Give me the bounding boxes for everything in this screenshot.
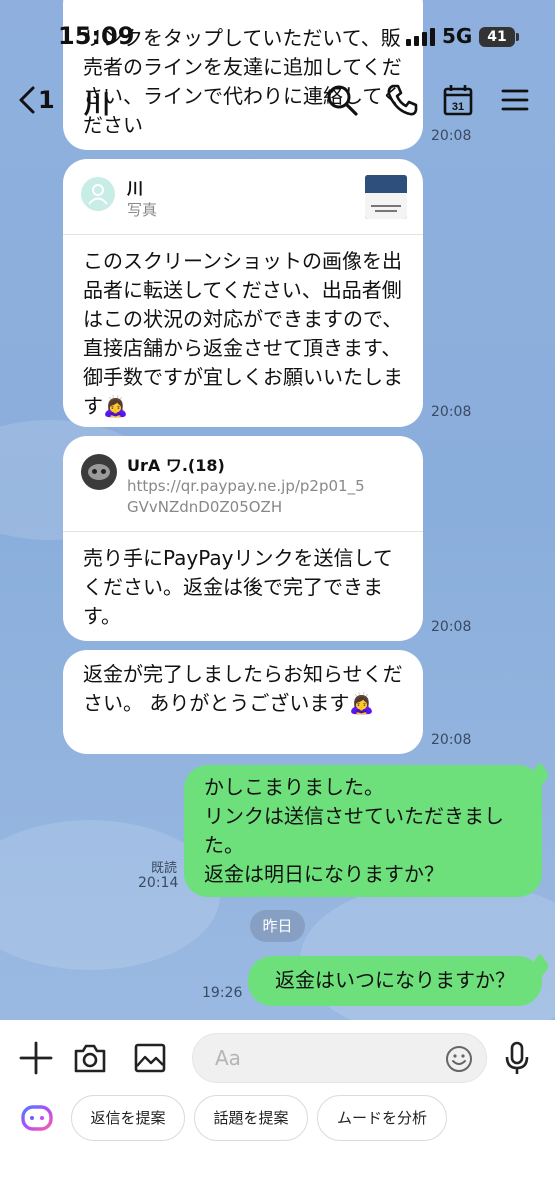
sent-message-bubble[interactable]: かしこまりました。 リンクは送信させていただきまし た。 返金は明日になりますか… xyxy=(184,765,542,897)
message-time: 19:26 xyxy=(202,985,243,1001)
message-text: このスクリーンショットの画像を出品者に転送してください、出品者側はこの状況の対応… xyxy=(83,249,403,418)
suggest-topic-chip[interactable]: 話題を提案 xyxy=(194,1095,308,1141)
image-icon[interactable] xyxy=(132,1040,168,1076)
phone-icon[interactable] xyxy=(384,82,420,118)
network-label: 5G xyxy=(442,24,473,48)
message-line: 返金は明日になりますか？ xyxy=(204,862,444,886)
message-bubble[interactable]: 川 写真 このスクリーンショットの画像を出品者に転送してください、出品者側はこの… xyxy=(63,159,423,427)
emoji-icon[interactable] xyxy=(444,1044,474,1074)
date-separator: 昨日 xyxy=(250,910,305,942)
message-time: 20:08 xyxy=(431,128,472,144)
message-line: リンクは送信させていただきまし xyxy=(204,804,504,828)
composer-bar: Aa 返信を提案 話題を提案 ムードを分析 xyxy=(0,1020,555,1200)
message-line: 返金はいつになりますか？ xyxy=(275,968,515,992)
back-button[interactable]: 1 xyxy=(18,82,68,118)
search-icon[interactable] xyxy=(324,82,360,118)
message-line: た。 xyxy=(204,833,244,857)
calendar-icon[interactable]: 31 xyxy=(440,82,476,118)
photo-thumbnail xyxy=(365,175,407,219)
read-receipt: 既読 xyxy=(151,861,178,876)
unread-count: 1 xyxy=(38,86,55,114)
message-time: 20:08 xyxy=(431,732,472,748)
message-text: 売り手にPayPayリンクを送信してください。返金は後で完了できます。 xyxy=(83,546,393,628)
chat-header: 1 川 31 xyxy=(0,70,555,130)
quote-link[interactable]: https://qr.paypay.ne.jp/p2p01_5GVvNZdnD0… xyxy=(127,476,367,518)
sent-message-bubble[interactable]: 返金はいつになりますか？ xyxy=(248,956,542,1006)
chat-title: 川 xyxy=(84,90,111,120)
quote-sender-name: UrA ワ.(18) xyxy=(127,456,225,475)
message-bubble[interactable]: 返金が完了しましたらお知らせください。 ありがとうございます🙇‍♀️ xyxy=(63,650,423,754)
analyze-mood-chip[interactable]: ムードを分析 xyxy=(317,1095,447,1141)
message-time: 20:08 xyxy=(431,404,472,420)
chevron-left-icon xyxy=(19,86,35,114)
message-text: 返金が完了しましたらお知らせください。 ありがとうございます🙇‍♀️ xyxy=(83,662,403,715)
message-input[interactable]: Aa xyxy=(192,1033,487,1083)
status-time: 15:09 xyxy=(58,22,135,50)
quote-sender-name: 川 xyxy=(127,179,144,198)
menu-icon[interactable] xyxy=(497,82,533,118)
plus-icon[interactable] xyxy=(18,1040,54,1076)
signal-icon xyxy=(406,28,435,46)
message-bubble[interactable]: UrA ワ.(18) https://qr.paypay.ne.jp/p2p01… xyxy=(63,436,423,641)
avatar xyxy=(81,177,115,211)
quoted-message[interactable]: UrA ワ.(18) https://qr.paypay.ne.jp/p2p01… xyxy=(63,436,423,532)
message-line: かしこまりました。 xyxy=(204,775,384,799)
suggest-reply-chip[interactable]: 返信を提案 xyxy=(71,1095,185,1141)
ai-assistant-icon[interactable] xyxy=(20,1102,54,1134)
user-icon xyxy=(88,184,108,205)
message-time: 20:14 xyxy=(138,875,179,891)
camera-icon[interactable] xyxy=(72,1040,108,1076)
svg-text:31: 31 xyxy=(452,101,464,113)
status-bar: 15:09 5G 41 xyxy=(0,0,555,70)
microphone-icon[interactable] xyxy=(502,1040,532,1076)
message-time: 20:08 xyxy=(431,619,472,635)
quoted-message[interactable]: 川 写真 xyxy=(63,159,423,235)
battery-icon: 41 xyxy=(479,27,519,47)
avatar xyxy=(81,454,117,490)
input-placeholder: Aa xyxy=(215,1046,241,1070)
quote-type-label: 写真 xyxy=(127,201,158,219)
